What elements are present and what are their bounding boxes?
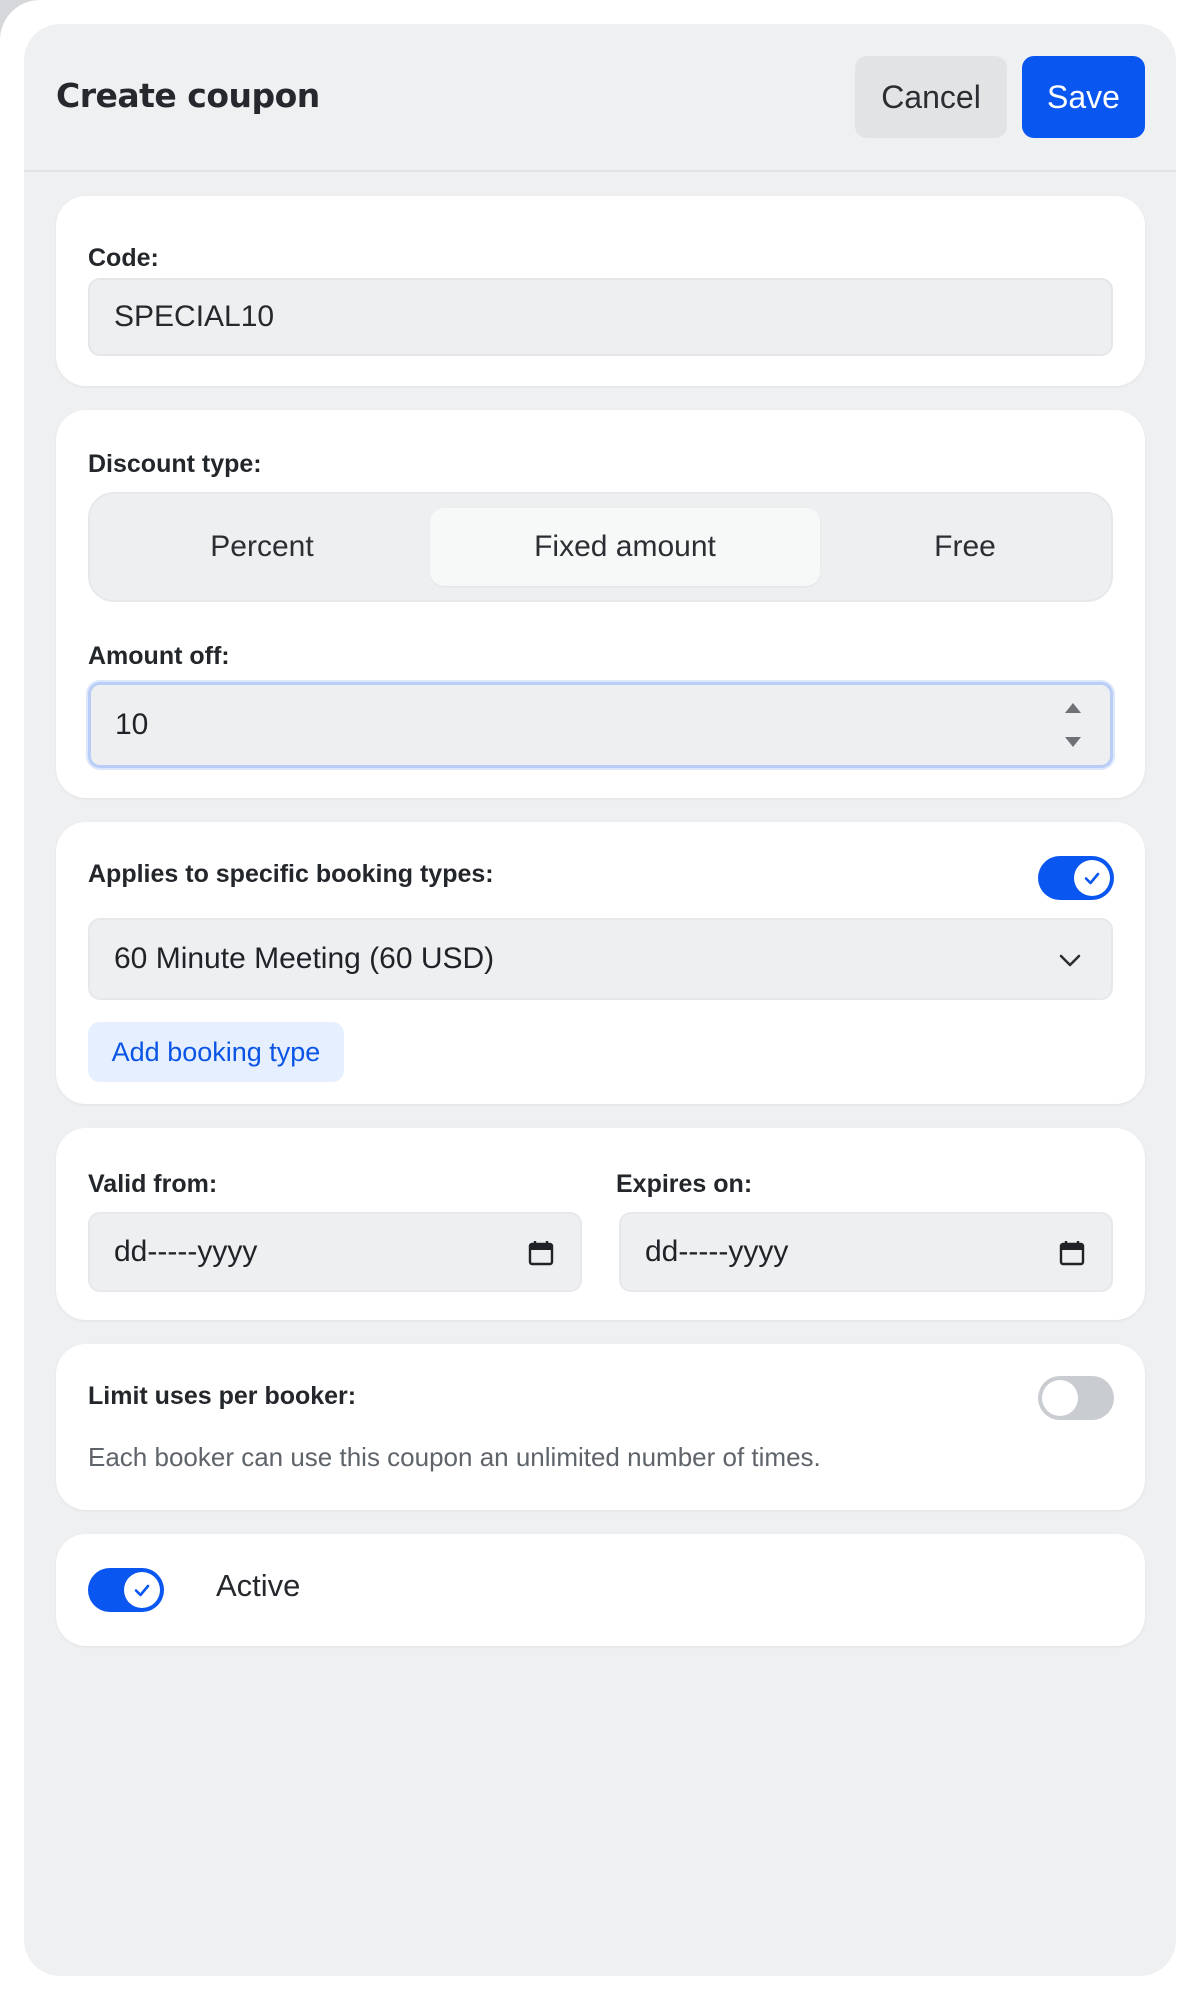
toggle-knob [1042, 1380, 1078, 1416]
active-toggle[interactable] [88, 1568, 164, 1612]
cancel-button[interactable]: Cancel [855, 56, 1007, 138]
limit-uses-label: Limit uses per booker: [88, 1382, 357, 1410]
discount-type-label: Discount type: [88, 450, 262, 478]
calendar-icon[interactable] [1059, 1240, 1085, 1266]
valid-from-label: Valid from: [88, 1170, 218, 1198]
expires-on-value: dd-----yyyy [645, 1235, 789, 1268]
booking-types-label: Applies to specific booking types: [88, 860, 494, 888]
amount-off-value: 10 [115, 708, 149, 741]
code-input-value: SPECIAL10 [114, 300, 275, 333]
save-button[interactable]: Save [1022, 56, 1145, 138]
discount-type-segmented-control: Percent Fixed amount Free [88, 492, 1113, 602]
valid-from-value: dd-----yyyy [114, 1235, 258, 1268]
booking-type-select[interactable]: 60 Minute Meeting (60 USD) [88, 918, 1113, 1000]
window-frame: Create coupon Cancel Save Code: SPECIAL1… [0, 0, 1200, 2000]
chevron-down-icon [1059, 954, 1081, 967]
code-card: Code: SPECIAL10 [56, 196, 1145, 386]
check-icon [1084, 872, 1100, 885]
page-title: Create coupon [56, 76, 320, 115]
valid-from-date-input[interactable]: dd-----yyyy [88, 1212, 582, 1292]
code-input[interactable]: SPECIAL10 [88, 278, 1113, 356]
booking-type-selected-value: 60 Minute Meeting (60 USD) [114, 942, 495, 975]
amount-off-label: Amount off: [88, 642, 230, 670]
increment-arrow-icon[interactable] [1065, 703, 1081, 713]
create-coupon-panel: Create coupon Cancel Save Code: SPECIAL1… [24, 24, 1176, 1976]
decrement-arrow-icon[interactable] [1065, 737, 1081, 747]
active-label: Active [216, 1568, 301, 1603]
segment-fixed-amount[interactable]: Fixed amount [430, 508, 820, 586]
validity-card: Valid from: Expires on: dd-----yyyy dd--… [56, 1128, 1145, 1320]
calendar-icon[interactable] [528, 1240, 554, 1266]
panel-header: Create coupon Cancel Save [24, 24, 1176, 172]
booking-types-card: Applies to specific booking types: 60 Mi… [56, 822, 1145, 1104]
segment-free[interactable]: Free [830, 508, 1100, 586]
toggle-knob [124, 1572, 160, 1608]
booking-types-toggle[interactable] [1038, 856, 1114, 900]
add-booking-type-button[interactable]: Add booking type [88, 1022, 344, 1082]
amount-off-input[interactable]: 10 [88, 682, 1113, 768]
check-icon [134, 1584, 150, 1597]
limit-uses-toggle[interactable] [1038, 1376, 1114, 1420]
limit-uses-help-text: Each booker can use this coupon an unlim… [88, 1442, 821, 1472]
code-label: Code: [88, 244, 159, 272]
toggle-knob [1074, 860, 1110, 896]
discount-card: Discount type: Percent Fixed amount Free… [56, 410, 1145, 798]
expires-on-label: Expires on: [616, 1170, 753, 1198]
stepper-icon[interactable] [1058, 703, 1088, 747]
segment-percent[interactable]: Percent [104, 508, 420, 586]
active-card: Active [56, 1534, 1145, 1646]
limit-uses-card: Limit uses per booker: Each booker can u… [56, 1344, 1145, 1510]
expires-on-date-input[interactable]: dd-----yyyy [619, 1212, 1113, 1292]
